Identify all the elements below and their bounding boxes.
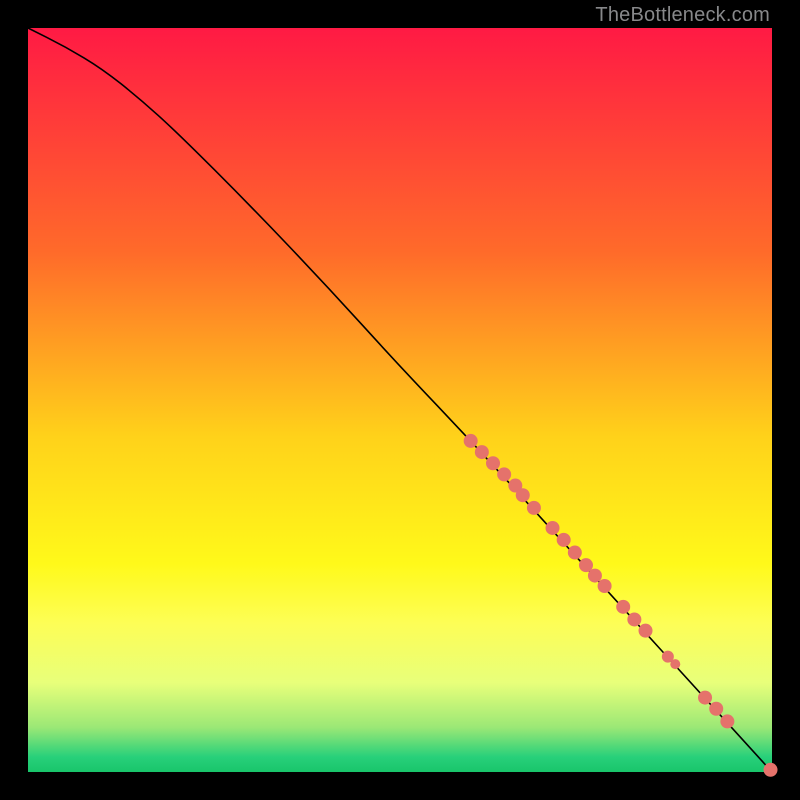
data-point [720, 714, 734, 728]
data-point [598, 579, 612, 593]
data-point [616, 600, 630, 614]
data-point [764, 763, 778, 777]
data-point [486, 456, 500, 470]
chart-svg [28, 28, 772, 772]
data-point [670, 659, 680, 669]
data-point [639, 624, 653, 638]
data-point [627, 612, 641, 626]
data-point [497, 467, 511, 481]
data-point [698, 691, 712, 705]
data-point [588, 569, 602, 583]
data-point [464, 434, 478, 448]
data-point [709, 702, 723, 716]
watermark-text: TheBottleneck.com [595, 4, 770, 27]
data-point [527, 501, 541, 515]
plot-area [28, 28, 772, 772]
data-point [568, 546, 582, 560]
chart-frame: TheBottleneck.com [0, 0, 800, 800]
markers-group [464, 434, 778, 777]
data-point [557, 533, 571, 547]
data-point [475, 445, 489, 459]
curve-line [28, 28, 772, 772]
data-point [546, 521, 560, 535]
data-point [516, 488, 530, 502]
